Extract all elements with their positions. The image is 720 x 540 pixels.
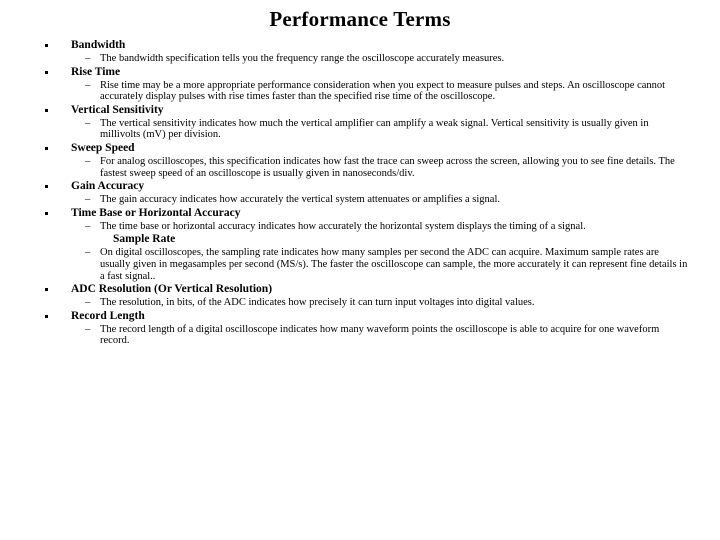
outline-subitem: – The record length of a digital oscillos… — [29, 324, 691, 347]
en-dash-icon: – — [85, 247, 91, 259]
outline-subitem-text: The time base or horizontal accuracy ind… — [100, 220, 586, 232]
outline-heading-text: Sweep Speed — [71, 141, 135, 154]
outline-heading-text: Time Base or Horizontal Accuracy — [71, 206, 241, 219]
square-bullet-icon — [45, 108, 48, 112]
outline-heading: Rise Time — [29, 65, 691, 80]
outline-heading: Record Length — [29, 309, 691, 324]
outline-heading-text: Record Length — [71, 309, 145, 322]
square-bullet-icon — [45, 70, 48, 74]
slide: Performance Terms Bandwidth – The bandwidt… — [0, 0, 720, 540]
outline-subitem: – The vertical sensitivity indicates how … — [29, 118, 691, 141]
outline-heading-text: ADC Resolution (Or Vertical Resolution) — [71, 283, 273, 296]
square-bullet-icon — [45, 211, 48, 215]
page-title: Performance Terms — [269, 7, 451, 31]
outline-heading-text: Bandwidth — [71, 39, 126, 51]
outline-subitem-text: The resolution, in bits, of the ADC indi… — [100, 297, 535, 309]
outline-subitem: – Rise time may be a more appropriate per… — [29, 80, 691, 103]
en-dash-icon: – — [85, 220, 91, 232]
square-bullet-icon — [45, 44, 48, 47]
outline-heading-text: Sample Rate — [113, 233, 176, 246]
content-placeholder: Bandwidth – The bandwidth specification te… — [29, 38, 691, 498]
en-dash-icon: – — [85, 155, 91, 167]
outline-heading: Bandwidth — [29, 38, 691, 53]
outline-heading-text: Gain Accuracy — [71, 180, 145, 193]
en-dash-icon: – — [85, 323, 91, 335]
outline-subitem: – The time base or horizontal accuracy in… — [29, 221, 691, 233]
en-dash-icon: – — [85, 79, 91, 91]
square-bullet-icon — [45, 185, 48, 189]
outline-heading: Sweep Speed — [29, 141, 691, 156]
outline-heading: ADC Resolution (Or Vertical Resolution) — [29, 282, 691, 297]
square-bullet-icon — [45, 288, 48, 292]
outline-subitem-text: The record length of a digital oscillosc… — [100, 323, 660, 347]
outline-heading: Time Base or Horizontal Accuracy — [29, 206, 691, 221]
outline-heading: Gain Accuracy — [29, 179, 691, 194]
en-dash-icon: – — [85, 194, 91, 206]
outline-subitem-text: The vertical sensitivity indicates how m… — [100, 117, 649, 141]
en-dash-icon: – — [85, 297, 91, 309]
outline-subitem: – The gain accuracy indicates how accurat… — [29, 194, 691, 206]
outline-subitem-text: On digital oscilloscopes, the sampling r… — [100, 247, 688, 282]
outline-heading-text: Rise Time — [71, 65, 121, 78]
en-dash-icon: – — [85, 117, 91, 129]
outline-heading-text: Vertical Sensitivity — [71, 103, 164, 116]
outline-subitem: – The bandwidth specification tells you t… — [29, 53, 691, 65]
outline-subitem: – On digital oscilloscopes, the sampling … — [29, 247, 691, 282]
outline-heading: Vertical Sensitivity — [29, 103, 691, 118]
square-bullet-icon — [45, 314, 48, 318]
outline-subitem-text: The gain accuracy indicates how accurate… — [100, 194, 500, 206]
outline-subitem: – The resolution, in bits, of the ADC ind… — [29, 297, 691, 309]
en-dash-icon: – — [85, 53, 91, 64]
outline-subitem-text: For analog oscilloscopes, this specifica… — [100, 155, 675, 179]
outline-subitem-text: The bandwidth specification tells you th… — [100, 53, 505, 64]
outline-subitem: – For analog oscilloscopes, this specific… — [29, 156, 691, 179]
square-bullet-icon — [45, 146, 48, 150]
outline-subitem-text: Rise time may be a more appropriate perf… — [100, 79, 666, 103]
outline-heading: Sample Rate — [29, 232, 691, 247]
